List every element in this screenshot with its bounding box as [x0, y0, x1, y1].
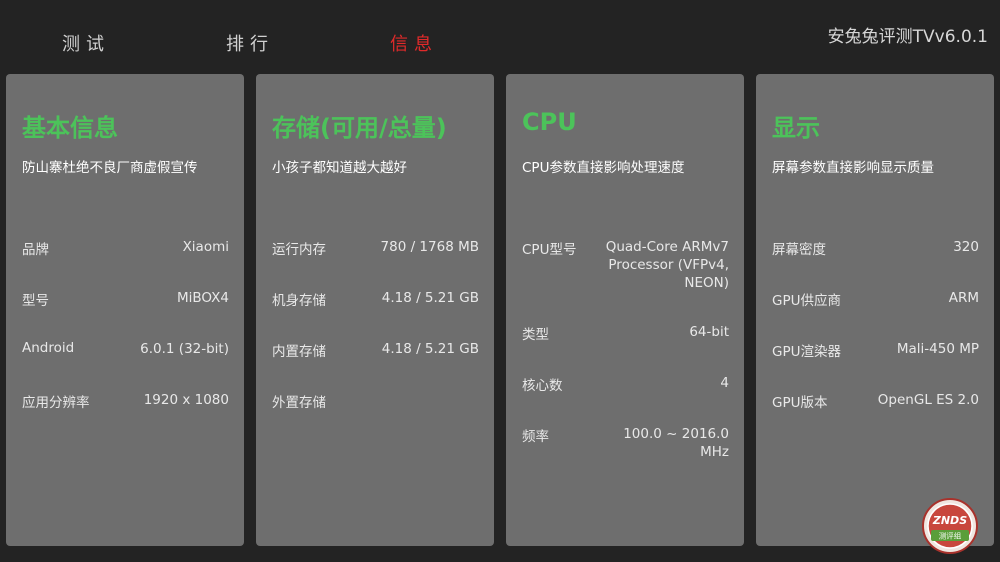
card-title: CPU: [522, 108, 577, 136]
info-row-cpu-frequency: 频率 100.0 ~ 2016.0 MHz: [522, 425, 729, 476]
info-row-cpu-model: CPU型号 Quad-Core ARMv7 Processor (VFPv4, …: [522, 238, 729, 323]
info-cards: 基本信息 防山寨杜绝不良厂商虚假宣传 品牌 Xiaomi 型号 MiBOX4 A…: [6, 74, 994, 546]
info-row-internal-storage: 内置存储 4.18 / 5.21 GB: [272, 340, 479, 391]
row-label: 类型: [522, 327, 549, 343]
info-row-cpu-cores: 核心数 4: [522, 374, 729, 425]
info-row-brand: 品牌 Xiaomi: [22, 238, 229, 289]
svg-text:ZNDS: ZNDS: [932, 514, 967, 527]
row-label: 频率: [522, 429, 549, 445]
row-label: 运行内存: [272, 242, 326, 258]
info-row-gpu-renderer: GPU渲染器 Mali-450 MP: [772, 340, 979, 391]
row-value: 100.0 ~ 2016.0 MHz: [623, 426, 729, 460]
info-row-screen-density: 屏幕密度 320: [772, 238, 979, 289]
card-title: 存储(可用/总量): [272, 114, 447, 142]
card-title: 基本信息: [22, 114, 118, 142]
row-label: GPU版本: [772, 395, 828, 411]
screen: 测试 排行 信息 安兔兔评测TVv6.0.1 基本信息 防山寨杜绝不良厂商虚假宣…: [0, 0, 1000, 562]
row-value: 64-bit: [689, 324, 729, 340]
top-tab-bar: 测试 排行 信息 安兔兔评测TVv6.0.1: [0, 0, 1000, 74]
info-row-gpu-version: GPU版本 OpenGL ES 2.0: [772, 391, 979, 442]
row-value: 4: [720, 375, 729, 391]
info-row-external-storage: 外置存储: [272, 391, 479, 442]
row-value: 6.0.1 (32-bit): [140, 341, 229, 357]
row-label: 品牌: [22, 242, 49, 258]
row-value: 4.18 / 5.21 GB: [381, 290, 479, 306]
info-rows: 运行内存 780 / 1768 MB 机身存储 4.18 / 5.21 GB 内…: [272, 238, 479, 442]
card-basic-info[interactable]: 基本信息 防山寨杜绝不良厂商虚假宣传 品牌 Xiaomi 型号 MiBOX4 A…: [6, 74, 244, 546]
row-value: 4.18 / 5.21 GB: [381, 341, 479, 357]
row-value: 780 / 1768 MB: [380, 239, 479, 255]
row-label: 应用分辨率: [22, 395, 90, 411]
info-rows: 品牌 Xiaomi 型号 MiBOX4 Android 6.0.1 (32-bi…: [22, 238, 229, 442]
row-label: CPU型号: [522, 242, 577, 258]
tab-ranking[interactable]: 排行: [226, 30, 274, 56]
row-value: MiBOX4: [176, 290, 229, 306]
row-label: 外置存储: [272, 395, 326, 411]
row-label: GPU渲染器: [772, 344, 841, 360]
info-rows: CPU型号 Quad-Core ARMv7 Processor (VFPv4, …: [522, 238, 729, 476]
svg-text:测评组: 测评组: [939, 531, 962, 541]
card-display[interactable]: 显示 屏幕参数直接影响显示质量 屏幕密度 320 GPU供应商 ARM GPU渲…: [756, 74, 994, 546]
card-subtitle: 防山寨杜绝不良厂商虚假宣传: [22, 160, 198, 176]
card-subtitle: 小孩子都知道越大越好: [272, 160, 407, 176]
tab-info[interactable]: 信息: [390, 30, 438, 56]
info-row-ram: 运行内存 780 / 1768 MB: [272, 238, 479, 289]
row-label: 核心数: [522, 378, 563, 394]
card-storage[interactable]: 存储(可用/总量) 小孩子都知道越大越好 运行内存 780 / 1768 MB …: [256, 74, 494, 546]
info-row-cpu-type: 类型 64-bit: [522, 323, 729, 374]
app-title: 安兔兔评测TVv6.0.1: [827, 27, 988, 47]
info-row-android: Android 6.0.1 (32-bit): [22, 340, 229, 391]
row-value: ARM: [948, 290, 979, 306]
card-subtitle: CPU参数直接影响处理速度: [522, 160, 685, 176]
znds-watermark-badge-icon: ZNDS 测评组: [922, 498, 978, 554]
info-row-resolution: 应用分辨率 1920 x 1080: [22, 391, 229, 442]
info-row-model: 型号 MiBOX4: [22, 289, 229, 340]
row-label: 内置存储: [272, 344, 326, 360]
row-label: Android: [22, 340, 75, 356]
row-value: Mali-450 MP: [896, 341, 979, 357]
row-label: 屏幕密度: [772, 242, 826, 258]
card-subtitle: 屏幕参数直接影响显示质量: [772, 160, 934, 176]
info-row-device-storage: 机身存储 4.18 / 5.21 GB: [272, 289, 479, 340]
card-cpu[interactable]: CPU CPU参数直接影响处理速度 CPU型号 Quad-Core ARMv7 …: [506, 74, 744, 546]
info-row-gpu-vendor: GPU供应商 ARM: [772, 289, 979, 340]
card-title: 显示: [772, 114, 820, 142]
row-value: Quad-Core ARMv7 Processor (VFPv4, NEON): [605, 239, 729, 291]
row-value: OpenGL ES 2.0: [877, 392, 979, 408]
row-value: Xiaomi: [182, 239, 229, 255]
row-value: 320: [953, 239, 979, 255]
row-label: 型号: [22, 293, 49, 309]
row-value: 1920 x 1080: [143, 392, 229, 408]
info-rows: 屏幕密度 320 GPU供应商 ARM GPU渲染器 Mali-450 MP G…: [772, 238, 979, 442]
row-label: 机身存储: [272, 293, 326, 309]
tab-test[interactable]: 测试: [62, 30, 110, 56]
row-label: GPU供应商: [772, 293, 841, 309]
